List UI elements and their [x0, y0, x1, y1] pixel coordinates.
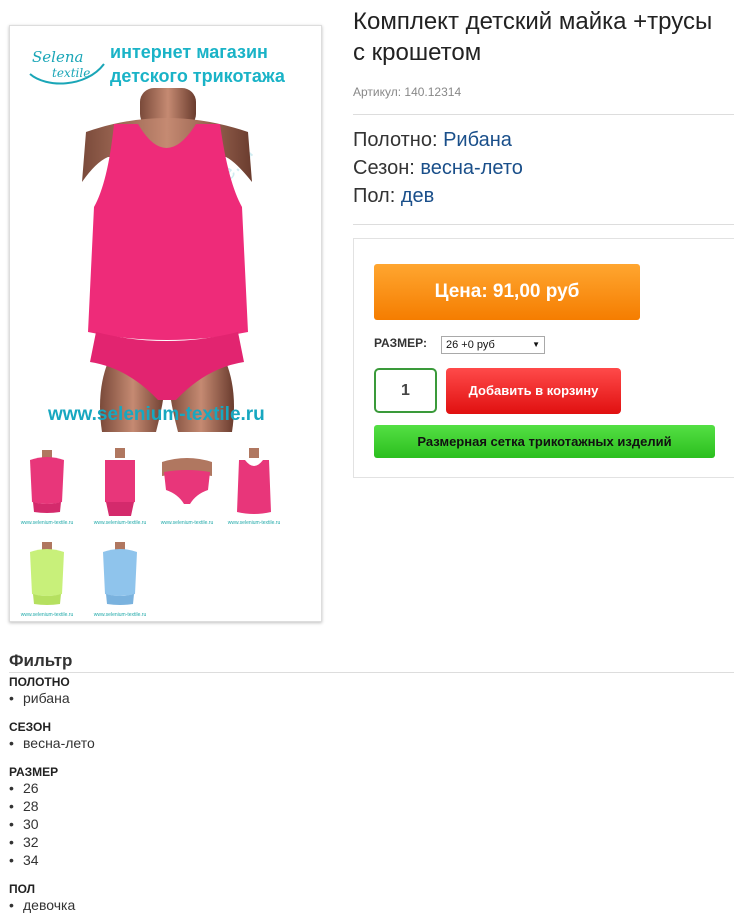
filter-group-gender: ПОЛ девочка: [9, 882, 95, 914]
attribute-value-link[interactable]: весна-лето: [420, 157, 523, 179]
thumbnail-caption: www.selenium-textile.ru: [160, 520, 214, 526]
thumbnail-image: [105, 448, 135, 516]
thumbnail[interactable]: www.selenium-textile.ru: [16, 442, 78, 528]
product-title: Комплект детский майка +трусы с крошетом: [353, 8, 713, 66]
size-select[interactable]: 26 +0 руб ▼: [441, 336, 545, 354]
main-product-photo[interactable]: Selena textile интернет магазин детского…: [16, 32, 316, 438]
thumbnail-caption: www.selenium-textile.ru: [93, 612, 147, 618]
divider: [353, 114, 734, 115]
filter-panel: ПОЛОТНО рибана СЕЗОН весна-лето РАЗМЕР 2…: [9, 675, 95, 921]
site-url-watermark: www.selenium-textile.ru: [48, 404, 265, 425]
thumbnail[interactable]: www.selenium-textile.ru: [89, 534, 151, 620]
thumbnail-caption: www.selenium-textile.ru: [227, 520, 281, 526]
filter-option[interactable]: 28: [9, 797, 95, 815]
product-sku: Артикул: 140.12314: [353, 85, 462, 99]
buy-box: Цена: 91,00 руб РАЗМЕР: 26 +0 руб ▼ 1 До…: [353, 238, 734, 478]
attribute-label: Полотно:: [353, 129, 438, 151]
add-to-cart-button[interactable]: Добавить в корзину: [446, 368, 621, 414]
filter-title: Фильтр: [9, 651, 73, 670]
filter-option[interactable]: весна-лето: [9, 734, 95, 752]
attribute-value-link[interactable]: Рибана: [443, 129, 512, 151]
filter-option[interactable]: девочка: [9, 896, 95, 914]
mannequin-illustration: [82, 88, 252, 432]
size-select-value: 26 +0 руб: [446, 339, 495, 351]
quantity-input[interactable]: 1: [374, 368, 437, 413]
thumbnail-image: [103, 542, 137, 605]
filter-option[interactable]: 34: [9, 851, 95, 869]
thumbnail-caption: www.selenium-textile.ru: [20, 520, 74, 526]
divider: [9, 672, 734, 673]
price-button[interactable]: Цена: 91,00 руб: [374, 264, 640, 320]
attribute-value-link[interactable]: дев: [401, 185, 434, 207]
thumbnail[interactable]: www.selenium-textile.ru: [156, 442, 218, 528]
thumbnail[interactable]: www.selenium-textile.ru: [89, 442, 151, 528]
divider: [353, 224, 734, 225]
filter-group-size: РАЗМЕР 26 28 30 32 34: [9, 765, 95, 869]
size-chart-button[interactable]: Размерная сетка трикотажных изделий: [374, 425, 715, 458]
filter-group-fabric: ПОЛОТНО рибана: [9, 675, 95, 707]
dropdown-arrow-icon: ▼: [532, 340, 540, 349]
thumbnail-caption: www.selenium-textile.ru: [93, 520, 147, 526]
filter-option[interactable]: 30: [9, 815, 95, 833]
product-attributes: Полотно: Рибана Сезон: весна-лето Пол: д…: [353, 126, 523, 210]
size-label: РАЗМЕР:: [374, 336, 427, 350]
filter-option[interactable]: 26: [9, 779, 95, 797]
attribute-season: Сезон: весна-лето: [353, 154, 523, 182]
filter-group-season: СЕЗОН весна-лето: [9, 720, 95, 752]
filter-group-title: ПОЛ: [9, 882, 36, 896]
thumbnail[interactable]: www.selenium-textile.ru: [16, 534, 78, 620]
attribute-label: Пол:: [353, 185, 396, 207]
thumbnail-image: [237, 448, 271, 514]
thumbnail-image: [30, 450, 64, 513]
filter-group-title: ПОЛОТНО: [9, 675, 70, 689]
thumbnail-caption: www.selenium-textile.ru: [20, 612, 74, 618]
product-gallery: Selena textile интернет магазин детского…: [9, 25, 322, 622]
filter-group-title: СЕЗОН: [9, 720, 52, 734]
attribute-fabric: Полотно: Рибана: [353, 126, 523, 154]
filter-group-title: РАЗМЕР: [9, 765, 59, 779]
thumbnail-image: [162, 458, 212, 504]
filter-option[interactable]: 32: [9, 833, 95, 851]
attribute-gender: Пол: дев: [353, 182, 523, 210]
filter-option[interactable]: рибана: [9, 689, 95, 707]
thumbnail[interactable]: www.selenium-textile.ru: [223, 442, 285, 528]
attribute-label: Сезон:: [353, 157, 415, 179]
thumbnail-image: [30, 542, 64, 605]
